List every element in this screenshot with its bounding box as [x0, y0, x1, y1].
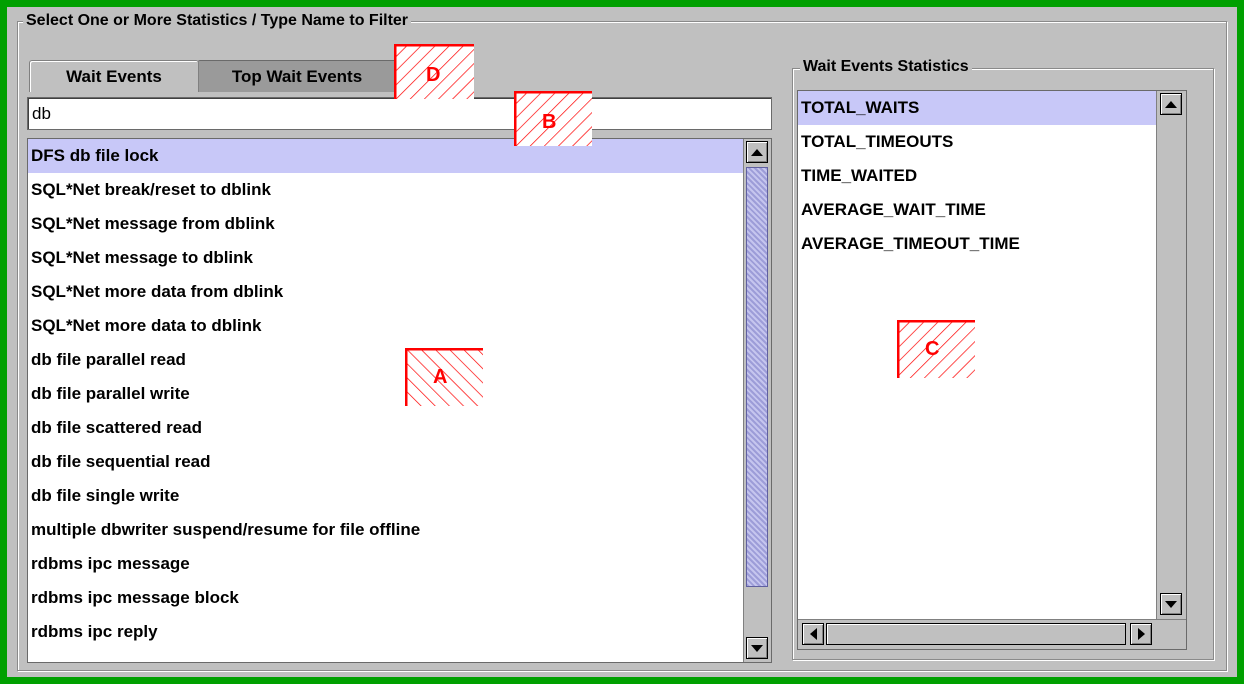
- scroll-right-arrow-icon[interactable]: [1130, 623, 1152, 645]
- list-item[interactable]: SQL*Net break/reset to dblink: [28, 173, 743, 207]
- scroll-down-arrow-icon[interactable]: [746, 637, 768, 659]
- scroll-up-arrow-icon[interactable]: [746, 141, 768, 163]
- list-item[interactable]: rdbms ipc reply: [28, 615, 743, 649]
- stats-list-item[interactable]: AVERAGE_TIMEOUT_TIME: [798, 227, 1158, 261]
- stats-list-item[interactable]: AVERAGE_WAIT_TIME: [798, 193, 1158, 227]
- list-item[interactable]: SQL*Net more data to dblink: [28, 309, 743, 343]
- events-list[interactable]: DFS db file lock SQL*Net break/reset to d…: [27, 138, 772, 663]
- filter-input[interactable]: db: [27, 97, 772, 130]
- stats-horizontal-scrollbar[interactable]: [798, 619, 1186, 649]
- list-item[interactable]: db file scattered read: [28, 411, 743, 445]
- annotation-marker-c: C: [896, 319, 975, 378]
- list-item[interactable]: multiple dbwriter suspend/resume for fil…: [28, 513, 743, 547]
- stats-list-item[interactable]: TOTAL_WAITS: [798, 91, 1158, 125]
- list-item[interactable]: db file sequential read: [28, 445, 743, 479]
- events-vertical-scrollbar[interactable]: [743, 139, 771, 662]
- scroll-up-arrow-icon[interactable]: [1160, 93, 1182, 115]
- list-item[interactable]: rdbms ipc message: [28, 547, 743, 581]
- annotation-marker-b: B: [513, 90, 592, 146]
- list-item[interactable]: SQL*Net message from dblink: [28, 207, 743, 241]
- filter-group-title: Select One or More Statistics / Type Nam…: [23, 12, 412, 30]
- list-item[interactable]: rdbms ipc message block: [28, 581, 743, 615]
- list-item[interactable]: SQL*Net message to dblink: [28, 241, 743, 275]
- stats-list-item[interactable]: TOTAL_TIMEOUTS: [798, 125, 1158, 159]
- list-item[interactable]: db file single write: [28, 479, 743, 513]
- annotation-marker-d: D: [393, 43, 474, 99]
- annotation-marker-a: A: [404, 347, 483, 406]
- list-item[interactable]: SQL*Net more data from dblink: [28, 275, 743, 309]
- scroll-down-arrow-icon[interactable]: [1160, 593, 1182, 615]
- events-scroll-thumb[interactable]: [746, 167, 768, 587]
- scroll-left-arrow-icon[interactable]: [802, 623, 824, 645]
- tab-wait-events[interactable]: Wait Events: [29, 60, 199, 92]
- stats-vertical-scrollbar[interactable]: [1156, 91, 1186, 619]
- stats-list[interactable]: TOTAL_WAITS TOTAL_TIMEOUTS TIME_WAITED AVER…: [797, 90, 1187, 650]
- tab-top-wait-events[interactable]: Top Wait Events: [197, 60, 397, 92]
- list-item[interactable]: db file parallel read: [28, 343, 743, 377]
- stats-list-item[interactable]: TIME_WAITED: [798, 159, 1158, 193]
- stats-hscroll-thumb[interactable]: [826, 623, 1126, 645]
- stats-group-title: Wait Events Statistics: [800, 58, 972, 76]
- list-item[interactable]: DFS db file lock: [28, 139, 743, 173]
- list-item[interactable]: db file parallel write: [28, 377, 743, 411]
- dialog-panel: Select One or More Statistics / Type Nam…: [7, 7, 1237, 677]
